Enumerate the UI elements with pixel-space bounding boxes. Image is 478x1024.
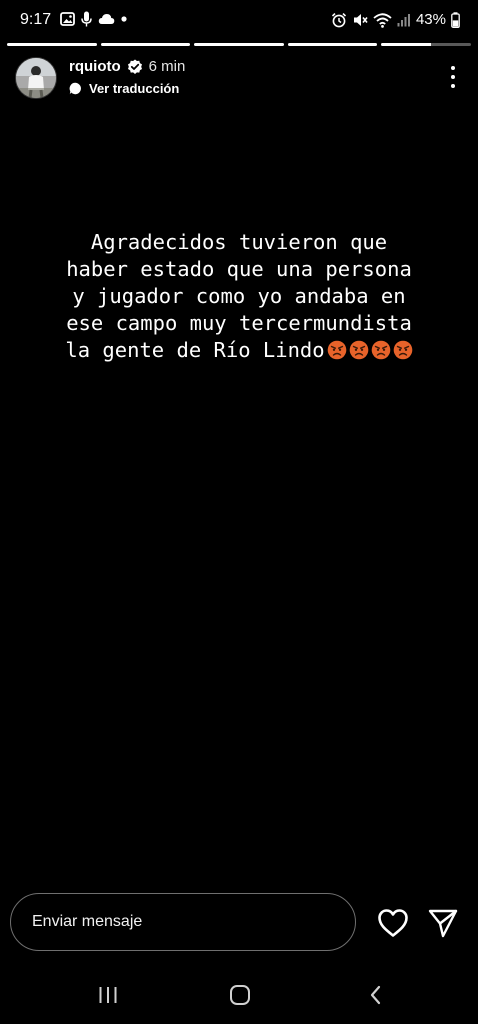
send-icon bbox=[428, 909, 458, 938]
story-text: Agradecidos tuvieron que haber estado qu… bbox=[20, 229, 458, 364]
story-text-line: y jugador como yo andaba en bbox=[72, 284, 406, 308]
translate-bubble-icon bbox=[69, 82, 81, 95]
more-dot-icon bbox=[451, 66, 455, 70]
status-right-icons: 43% bbox=[331, 11, 460, 28]
message-composer[interactable] bbox=[10, 893, 356, 951]
story-progress-segment bbox=[100, 43, 191, 46]
status-time: 9:17 bbox=[20, 11, 52, 28]
message-input[interactable] bbox=[30, 894, 343, 950]
heart-icon bbox=[378, 909, 408, 937]
story-text-last-line: la gente de Río Lindo bbox=[20, 337, 458, 364]
signal-icon bbox=[397, 13, 410, 26]
battery-icon bbox=[451, 11, 460, 28]
more-options-button[interactable] bbox=[443, 65, 463, 89]
time-ago: 6 min bbox=[148, 58, 186, 75]
microphone-icon bbox=[81, 11, 92, 27]
cloud-icon bbox=[98, 14, 115, 24]
story-text-line: haber estado que una persona bbox=[66, 257, 412, 281]
story-progress-fill bbox=[7, 43, 97, 46]
alarm-icon bbox=[331, 12, 347, 27]
story-progress-fill bbox=[381, 43, 431, 46]
mute-icon bbox=[353, 13, 368, 26]
more-dot-icon bbox=[451, 84, 455, 88]
story-progress-fill bbox=[194, 43, 284, 46]
avatar[interactable] bbox=[15, 57, 57, 99]
username[interactable]: rquioto bbox=[69, 58, 121, 75]
story-progress-fill bbox=[287, 43, 378, 46]
recent-apps-button[interactable] bbox=[93, 982, 123, 1008]
story-progress-segment bbox=[194, 43, 284, 46]
story-text-line: ese campo muy tercermundista bbox=[66, 311, 412, 335]
send-button[interactable] bbox=[426, 906, 460, 940]
back-button[interactable] bbox=[361, 982, 391, 1008]
status-left-icons bbox=[60, 11, 127, 27]
gallery-icon bbox=[60, 12, 75, 26]
translate-label: Ver traducción bbox=[89, 81, 180, 96]
like-button[interactable] bbox=[376, 907, 410, 939]
verified-badge-icon bbox=[127, 59, 142, 74]
back-icon bbox=[370, 985, 381, 1005]
more-dot-icon bbox=[451, 75, 455, 79]
story-progress-segment bbox=[381, 43, 471, 46]
home-icon bbox=[230, 985, 250, 1005]
story-header: rquioto 6 min Ver traducción bbox=[15, 55, 463, 101]
story-progress-segment bbox=[7, 43, 97, 46]
angry-face-icon bbox=[349, 340, 368, 360]
notification-dot-icon bbox=[121, 16, 127, 22]
home-button[interactable] bbox=[225, 982, 255, 1008]
username-row: rquioto 6 min bbox=[69, 58, 185, 75]
battery-percent: 43% bbox=[415, 11, 446, 28]
story-text-line: la gente de Río Lindo bbox=[65, 338, 325, 362]
status-bar: 9:17 43% bbox=[0, 0, 478, 40]
story-progress-segment bbox=[287, 43, 378, 46]
story-text-line: Agradecidos tuvieron que bbox=[90, 230, 388, 254]
wifi-icon bbox=[373, 12, 392, 28]
system-navigation-bar bbox=[0, 970, 478, 1024]
angry-face-icon bbox=[327, 340, 346, 360]
avatar-photo bbox=[16, 58, 56, 98]
emoji-row bbox=[325, 338, 413, 362]
recent-apps-icon bbox=[99, 987, 117, 1003]
story-progress bbox=[7, 43, 471, 46]
angry-face-icon bbox=[393, 340, 412, 360]
angry-face-icon bbox=[371, 340, 390, 360]
story-progress-fill bbox=[100, 43, 191, 46]
translate-link[interactable]: Ver traducción bbox=[69, 81, 179, 96]
